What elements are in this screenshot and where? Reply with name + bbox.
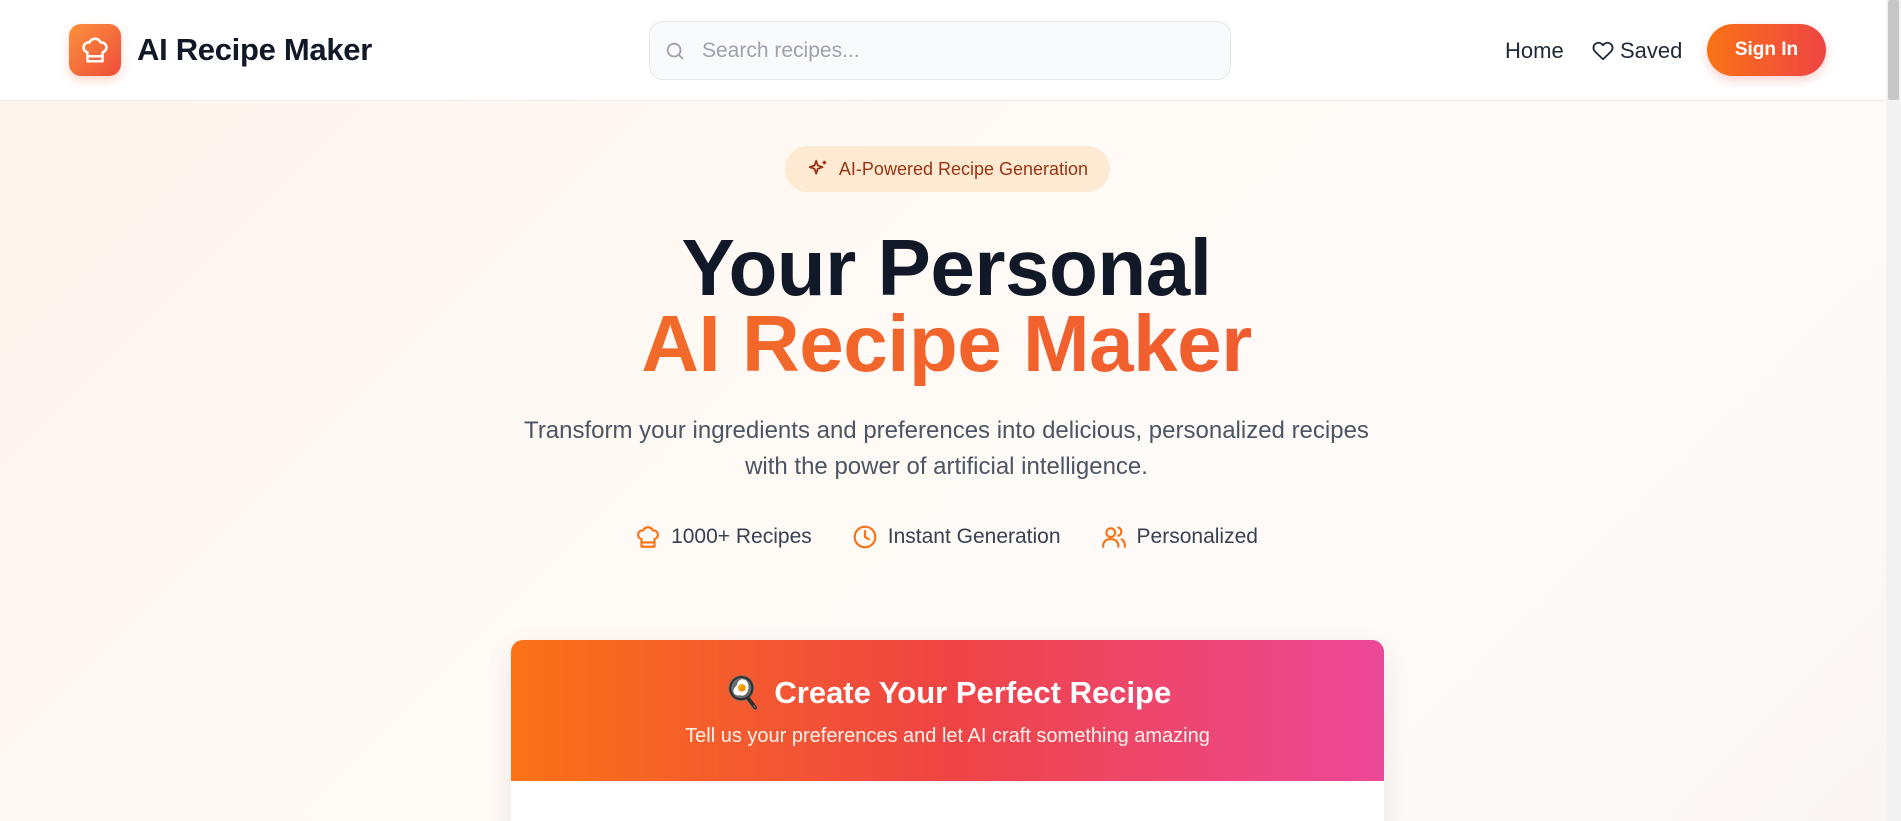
feature-item-personalized: Personalized [1101,524,1258,550]
feature-item-instant: Instant Generation [852,524,1061,550]
feature-label: 1000+ Recipes [671,525,812,548]
app-title[interactable]: AI Recipe Maker [137,32,372,68]
page-scrollbar[interactable] [1886,0,1901,821]
frying-pan-icon: 🍳 [723,675,763,710]
clock-icon [853,525,877,549]
ai-badge-label: AI-Powered Recipe Generation [838,158,1089,179]
users-icon [1101,526,1126,548]
top-nav-bar: AI Recipe Maker Home Saved Sign In [0,0,1886,101]
sparkles-icon [808,159,827,175]
search-icon [666,42,684,60]
heart-icon [1592,41,1614,61]
scrollbar-thumb[interactable] [1888,0,1899,100]
feature-list: 1000+ Recipes Instant Generation Persona… [0,524,1893,550]
chef-hat-icon [637,526,660,548]
create-recipe-card-header: 🍳 Create Your Perfect Recipe Tell us you… [511,640,1384,781]
ai-badge: AI-Powered Recipe Generation [785,146,1110,192]
search-bar[interactable] [649,21,1231,80]
create-recipe-title: 🍳 Create Your Perfect Recipe [511,674,1384,711]
search-input[interactable] [702,22,1222,79]
nav-saved-link[interactable]: Saved [1592,38,1682,64]
feature-label: Instant Generation [887,525,1061,548]
hero-title-line-1: Your Personal [681,223,1212,312]
app-logo[interactable] [69,24,121,76]
create-recipe-subtitle: Tell us your preferences and let AI craf… [685,725,1210,747]
nav-saved-label: Saved [1620,38,1683,63]
nav-home-link[interactable]: Home [1505,38,1564,64]
hero-subtitle: Transform your ingredients and preferenc… [524,417,1369,480]
sign-in-button[interactable]: Sign In [1707,24,1826,76]
hero-title-line-2: AI Recipe Maker [0,302,1893,386]
chef-hat-icon [82,37,108,63]
create-recipe-card: 🍳 Create Your Perfect Recipe Tell us you… [511,640,1384,821]
feature-item-recipes: 1000+ Recipes [635,524,812,550]
feature-label: Personalized [1136,525,1258,548]
create-recipe-title-text: Create Your Perfect Recipe [774,674,1172,710]
